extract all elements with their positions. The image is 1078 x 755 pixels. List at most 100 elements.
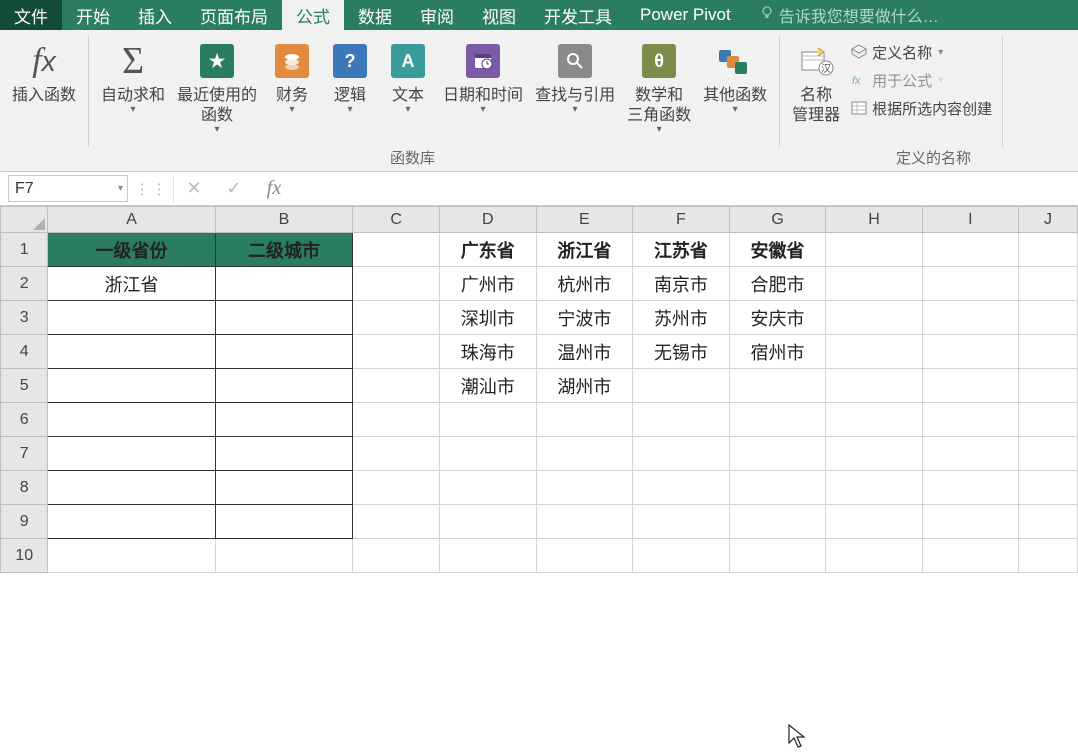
cell-D9[interactable]: [439, 505, 536, 539]
cell-C2[interactable]: [353, 267, 440, 301]
cell-H1[interactable]: [826, 233, 922, 267]
col-header-D[interactable]: D: [439, 207, 536, 233]
cell-A9[interactable]: [48, 505, 215, 539]
cell-C5[interactable]: [353, 369, 440, 403]
cell-H10[interactable]: [826, 539, 922, 573]
cell-J9[interactable]: [1018, 505, 1077, 539]
cell-J5[interactable]: [1018, 369, 1077, 403]
cell-I6[interactable]: [922, 403, 1018, 437]
row-header-3[interactable]: 3: [1, 301, 48, 335]
cell-H4[interactable]: [826, 335, 922, 369]
cell-B10[interactable]: [215, 539, 353, 573]
cell-E6[interactable]: [536, 403, 633, 437]
cell-G5[interactable]: [729, 369, 826, 403]
recent-button[interactable]: ★ 最近使用的 函数 ▾: [171, 34, 263, 135]
cell-I1[interactable]: [922, 233, 1018, 267]
tab-powerpivot[interactable]: Power Pivot: [626, 0, 745, 30]
cell-I9[interactable]: [922, 505, 1018, 539]
formula-input[interactable]: [294, 172, 1078, 205]
cell-E4[interactable]: 温州市: [536, 335, 633, 369]
cell-F7[interactable]: [633, 437, 730, 471]
cell-E1[interactable]: 浙江省: [536, 233, 633, 267]
cell-G6[interactable]: [729, 403, 826, 437]
cell-D2[interactable]: 广州市: [439, 267, 536, 301]
cell-G10[interactable]: [729, 539, 826, 573]
cell-D3[interactable]: 深圳市: [439, 301, 536, 335]
cell-D8[interactable]: [439, 471, 536, 505]
cell-H6[interactable]: [826, 403, 922, 437]
cell-H3[interactable]: [826, 301, 922, 335]
cell-H2[interactable]: [826, 267, 922, 301]
row-header-8[interactable]: 8: [1, 471, 48, 505]
cell-J4[interactable]: [1018, 335, 1077, 369]
cell-H9[interactable]: [826, 505, 922, 539]
cell-J2[interactable]: [1018, 267, 1077, 301]
cell-H5[interactable]: [826, 369, 922, 403]
cell-E10[interactable]: [536, 539, 633, 573]
cell-F3[interactable]: 苏州市: [633, 301, 730, 335]
worksheet[interactable]: A B C D E F G H I J 1 一级省份 二级城市 广东省 浙江省 …: [0, 206, 1078, 573]
cell-E2[interactable]: 杭州市: [536, 267, 633, 301]
cell-F2[interactable]: 南京市: [633, 267, 730, 301]
use-in-formula-button[interactable]: fx 用于公式 ▾: [846, 66, 996, 94]
cell-G2[interactable]: 合肥市: [729, 267, 826, 301]
cell-J6[interactable]: [1018, 403, 1077, 437]
tab-file[interactable]: 文件: [0, 0, 62, 30]
cell-B3[interactable]: [215, 301, 353, 335]
cell-F1[interactable]: 江苏省: [633, 233, 730, 267]
cell-I3[interactable]: [922, 301, 1018, 335]
tab-formula[interactable]: 公式: [282, 0, 344, 30]
cell-E9[interactable]: [536, 505, 633, 539]
col-header-A[interactable]: A: [48, 207, 215, 233]
cell-B6[interactable]: [215, 403, 353, 437]
lookup-button[interactable]: 查找与引用 ▾: [529, 34, 621, 115]
cell-A1[interactable]: 一级省份: [48, 233, 215, 267]
select-all-corner[interactable]: [1, 207, 48, 233]
col-header-C[interactable]: C: [353, 207, 440, 233]
tab-insert[interactable]: 插入: [124, 0, 186, 30]
cell-I2[interactable]: [922, 267, 1018, 301]
cell-C9[interactable]: [353, 505, 440, 539]
cell-I7[interactable]: [922, 437, 1018, 471]
morefn-button[interactable]: 其他函数 ▾: [697, 34, 773, 115]
cell-G3[interactable]: 安庆市: [729, 301, 826, 335]
cell-C10[interactable]: [353, 539, 440, 573]
col-header-J[interactable]: J: [1018, 207, 1077, 233]
row-header-1[interactable]: 1: [1, 233, 48, 267]
col-header-E[interactable]: E: [536, 207, 633, 233]
tell-me-box[interactable]: 告诉我您想要做什么…: [745, 0, 953, 30]
cell-F8[interactable]: [633, 471, 730, 505]
row-header-9[interactable]: 9: [1, 505, 48, 539]
cell-E3[interactable]: 宁波市: [536, 301, 633, 335]
cell-J3[interactable]: [1018, 301, 1077, 335]
cell-I4[interactable]: [922, 335, 1018, 369]
cell-D5[interactable]: 潮汕市: [439, 369, 536, 403]
cell-A3[interactable]: [48, 301, 215, 335]
cell-B2[interactable]: [215, 267, 353, 301]
cell-F4[interactable]: 无锡市: [633, 335, 730, 369]
cell-B7[interactable]: [215, 437, 353, 471]
name-box[interactable]: F7 ▾: [8, 175, 128, 202]
cell-E8[interactable]: [536, 471, 633, 505]
cell-C8[interactable]: [353, 471, 440, 505]
cell-D6[interactable]: [439, 403, 536, 437]
cell-E7[interactable]: [536, 437, 633, 471]
row-header-2[interactable]: 2: [1, 267, 48, 301]
text-button[interactable]: A 文本 ▾: [379, 34, 437, 115]
col-header-H[interactable]: H: [826, 207, 922, 233]
cell-I10[interactable]: [922, 539, 1018, 573]
cell-C6[interactable]: [353, 403, 440, 437]
cell-C1[interactable]: [353, 233, 440, 267]
cell-D7[interactable]: [439, 437, 536, 471]
tab-view[interactable]: 视图: [468, 0, 530, 30]
cell-B8[interactable]: [215, 471, 353, 505]
col-header-I[interactable]: I: [922, 207, 1018, 233]
name-manager-button[interactable]: 汉 名称 管理器: [786, 34, 846, 126]
insert-function-button[interactable]: fx 插入函数: [6, 34, 82, 106]
tab-home[interactable]: 开始: [62, 0, 124, 30]
enter-button[interactable]: ✓: [214, 172, 254, 205]
cell-G9[interactable]: [729, 505, 826, 539]
row-header-7[interactable]: 7: [1, 437, 48, 471]
cancel-button[interactable]: ✕: [174, 172, 214, 205]
cell-G4[interactable]: 宿州市: [729, 335, 826, 369]
